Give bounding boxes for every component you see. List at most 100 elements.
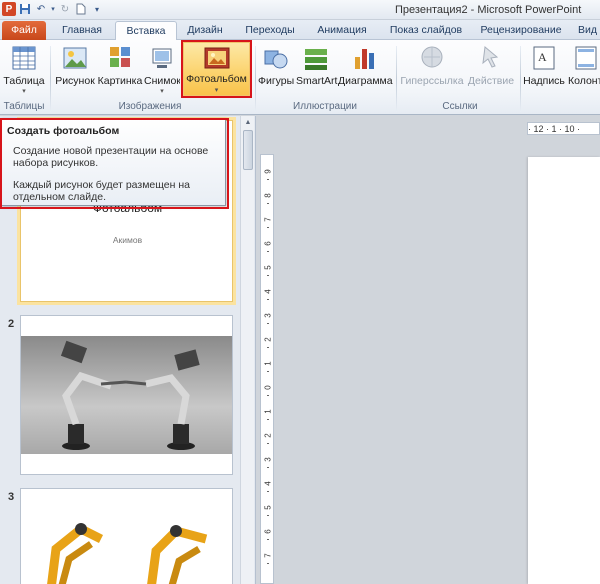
save-icon[interactable] [18, 2, 32, 16]
slide-editing-page[interactable] [528, 157, 600, 584]
smartart-button[interactable]: SmartArt [296, 43, 337, 87]
svg-text:A: A [538, 50, 547, 64]
window-title: Презентация2 - Microsoft PowerPoint [395, 4, 582, 16]
scroll-up-icon[interactable]: ▲ [243, 118, 253, 128]
picture-label: Рисунок [55, 75, 95, 87]
tooltip-highlight-frame [0, 118, 229, 209]
vertical-ruler-tick: 5 [263, 265, 273, 270]
tab-view[interactable]: Вид [578, 21, 600, 40]
chart-label: Диаграмма [338, 75, 393, 87]
tab-slideshow[interactable]: Показ слайдов [384, 21, 468, 40]
textbox-icon: A [530, 43, 558, 73]
undo-icon[interactable]: ↶ [34, 2, 48, 16]
tab-file[interactable]: Файл [2, 21, 46, 40]
vertical-ruler-tick: 2 [263, 433, 273, 438]
slide-1-subtitle: Акимов [112, 235, 143, 245]
header-footer-icon [572, 43, 600, 73]
horizontal-ruler-text: · 12 · 1 · 10 · [528, 124, 581, 134]
shapes-icon [262, 43, 290, 73]
vertical-ruler-tick: 4 [263, 289, 273, 294]
group-label-tables: Таблицы [3, 101, 45, 112]
action-icon [477, 43, 505, 73]
screenshot-label: Снимок [144, 75, 180, 87]
vertical-ruler-tick: 7 [263, 553, 273, 558]
vertical-ruler-dot [267, 491, 269, 492]
horizontal-ruler: · 12 · 1 · 10 · [527, 122, 600, 135]
powerpoint-logo-icon[interactable]: P [2, 2, 16, 16]
picture-button[interactable]: Рисунок [54, 43, 96, 87]
quick-access-toolbar: P ↶ ▾ ↻ ▾ [2, 2, 104, 16]
photoalbum-label: Фотоальбом [186, 73, 247, 85]
title-bar: P ↶ ▾ ↻ ▾ Презентация2 - Microsoft Power… [0, 0, 600, 20]
vertical-ruler-tick: 1 [263, 361, 273, 366]
scroll-thumb[interactable] [243, 130, 253, 170]
smartart-icon [302, 43, 330, 73]
vertical-ruler-dot [267, 467, 269, 468]
vertical-ruler-tick: 8 [263, 193, 273, 198]
screenshot-icon [148, 43, 176, 73]
textbox-label: Надпись [523, 75, 565, 87]
tab-review[interactable]: Рецензирование [476, 21, 566, 40]
clipart-label: Картинка [97, 75, 143, 87]
group-label-illustrations: Иллюстрации [293, 101, 357, 112]
vertical-ruler-tick: 3 [263, 313, 273, 318]
vertical-ruler-dot [267, 371, 269, 372]
clipart-button[interactable]: Картинка [97, 43, 143, 87]
group-separator [520, 46, 521, 112]
slides-scrollbar[interactable]: ▲ [240, 116, 254, 584]
hyperlink-button[interactable]: Гиперссылка [400, 43, 464, 87]
vertical-ruler-tick: 9 [263, 169, 273, 174]
slide-2-image [21, 336, 232, 454]
table-button[interactable]: Таблица ▾ [3, 43, 45, 95]
tab-animation[interactable]: Анимация [310, 21, 374, 40]
table-icon [10, 43, 38, 73]
vertical-ruler-dot [267, 203, 269, 204]
robot-arms-image [60, 340, 200, 450]
vertical-ruler-tick: 4 [263, 481, 273, 486]
vertical-ruler-tick: 0 [263, 385, 273, 390]
vertical-ruler-dot [267, 227, 269, 228]
photoalbum-dropdown-icon: ▾ [214, 87, 219, 94]
header-footer-button[interactable]: Колонт [568, 43, 600, 87]
redo-icon[interactable]: ↻ [58, 2, 72, 16]
table-label: Таблица [3, 75, 45, 87]
group-separator [50, 46, 51, 112]
photoalbum-button[interactable]: Фотоальбом ▾ [181, 40, 252, 98]
tab-design[interactable]: Дизайн [180, 21, 230, 40]
vertical-ruler-dot [267, 539, 269, 540]
picture-icon [61, 43, 89, 73]
tab-insert[interactable]: Вставка [115, 21, 177, 41]
action-button[interactable]: Действие [466, 43, 516, 87]
vertical-ruler-dot [267, 515, 269, 516]
vertical-ruler-tick: 2 [263, 337, 273, 342]
header-footer-label: Колонт [568, 75, 600, 87]
vertical-ruler-dot [267, 299, 269, 300]
textbox-button[interactable]: A Надпись [522, 43, 566, 87]
action-label: Действие [467, 75, 515, 87]
slide-thumbnail-3[interactable] [20, 488, 233, 584]
vertical-ruler-dot [267, 347, 269, 348]
table-dropdown-icon: ▾ [22, 88, 26, 95]
chart-button[interactable]: Диаграмма [338, 43, 393, 87]
tab-home[interactable]: Главная [54, 21, 110, 40]
vertical-ruler-dot [267, 419, 269, 420]
group-separator [396, 46, 397, 112]
undo-dropdown-icon[interactable]: ▾ [50, 2, 56, 16]
new-document-icon[interactable] [74, 2, 88, 16]
screenshot-button[interactable]: Снимок ▾ [144, 43, 180, 95]
tab-transitions[interactable]: Переходы [238, 21, 302, 40]
hyperlink-icon [418, 43, 446, 73]
chart-icon [351, 43, 379, 73]
slide-number-2: 2 [8, 318, 15, 330]
vertical-ruler-tick: 5 [263, 505, 273, 510]
clipart-icon [106, 43, 134, 73]
vertical-ruler-tick: 3 [263, 457, 273, 462]
shapes-button[interactable]: Фигуры [258, 43, 294, 87]
vertical-ruler-tick: 6 [263, 529, 273, 534]
vertical-ruler-tick: 1 [263, 409, 273, 414]
vertical-ruler-tick: 6 [263, 241, 273, 246]
customize-qat-icon[interactable]: ▾ [90, 2, 104, 16]
slide-thumbnail-2[interactable] [20, 315, 233, 475]
vertical-ruler-dot [267, 443, 269, 444]
screenshot-dropdown-icon: ▾ [160, 88, 164, 95]
